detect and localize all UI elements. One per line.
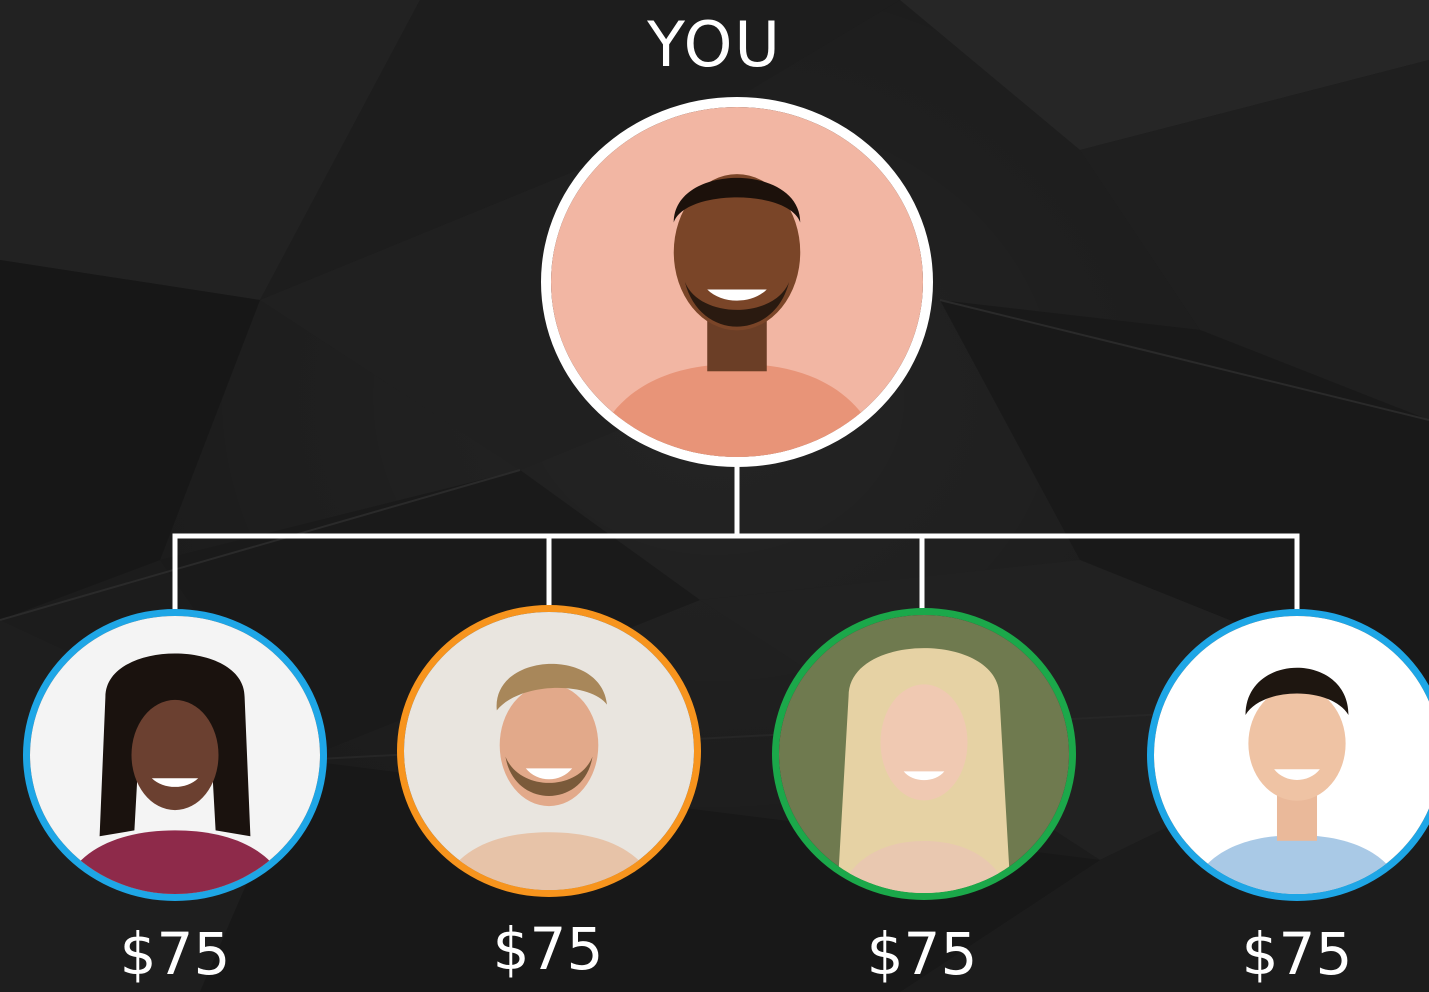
child-amount-3: $75 — [866, 920, 978, 988]
child-avatar-4 — [1147, 609, 1429, 901]
referral-tree-diagram: YOU $75 $75 $75 $75 — [0, 0, 1429, 992]
child-avatar-3 — [772, 608, 1076, 900]
person-photo-icon — [30, 616, 320, 894]
person-photo-icon — [551, 107, 923, 457]
child-amount-1: $75 — [119, 920, 231, 988]
child-avatar-2 — [397, 605, 701, 897]
root-avatar — [541, 97, 933, 467]
person-photo-icon — [404, 612, 694, 890]
child-amount-2: $75 — [492, 915, 604, 983]
child-amount-4: $75 — [1241, 920, 1353, 988]
person-photo-icon — [779, 615, 1069, 893]
person-photo-icon — [1154, 616, 1429, 894]
child-avatar-1 — [23, 609, 327, 901]
